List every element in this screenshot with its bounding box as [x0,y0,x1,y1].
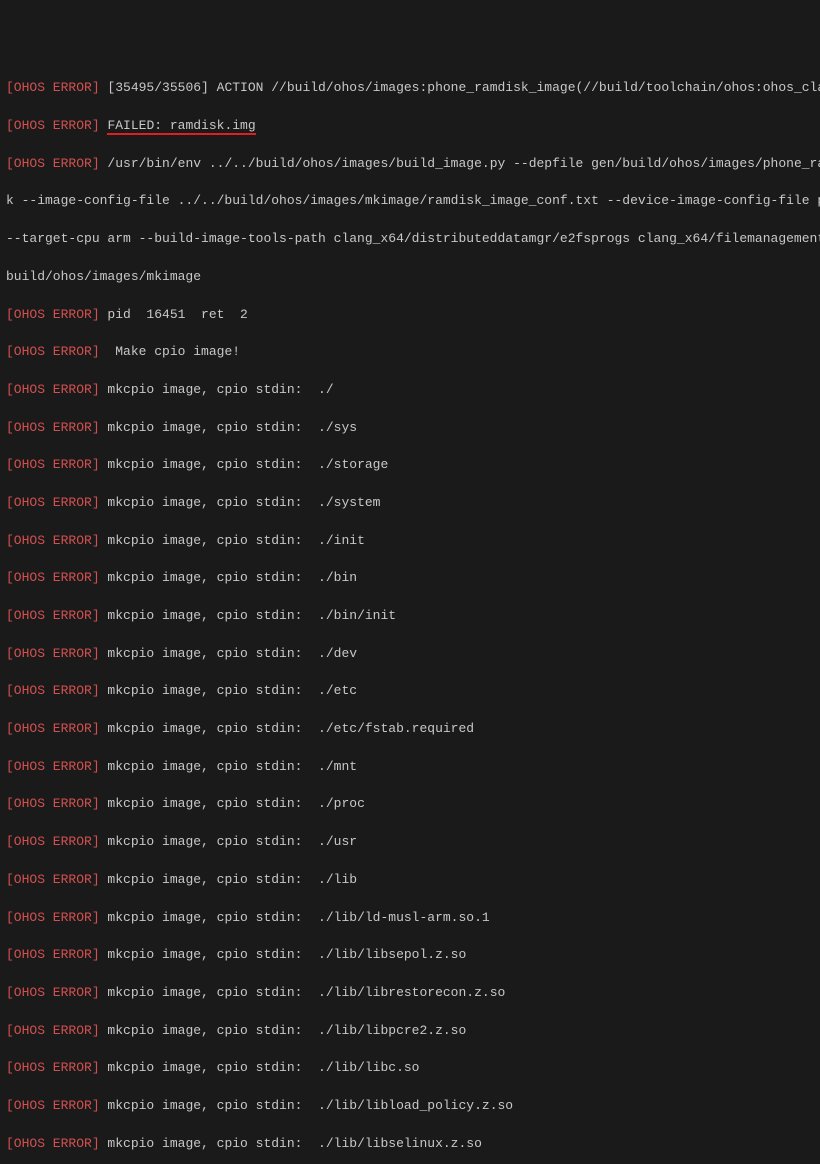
log-text: mkcpio image, cpio stdin: ./etc [100,683,357,698]
log-text: mkcpio image, cpio stdin: ./lib/libpcre2… [100,1023,467,1038]
log-line: [OHOS ERROR] mkcpio image, cpio stdin: .… [6,494,814,513]
tag-error: [OHOS ERROR] [6,759,100,774]
log-line: [OHOS ERROR] mkcpio image, cpio stdin: .… [6,984,814,1003]
log-text: [35495/35506] ACTION //build/ohos/images… [100,80,820,95]
log-text: mkcpio image, cpio stdin: ./mnt [100,759,357,774]
tag-error: [OHOS ERROR] [6,495,100,510]
tag-error: [OHOS ERROR] [6,872,100,887]
tag-error: [OHOS ERROR] [6,608,100,623]
log-text: k --image-config-file ../../build/ohos/i… [6,193,820,208]
log-line: [OHOS ERROR] mkcpio image, cpio stdin: .… [6,532,814,551]
tag-error: [OHOS ERROR] [6,420,100,435]
log-line: [OHOS ERROR] mkcpio image, cpio stdin: .… [6,946,814,965]
log-line: k --image-config-file ../../build/ohos/i… [6,192,814,211]
log-text: mkcpio image, cpio stdin: ./sys [100,420,357,435]
log-line: [OHOS ERROR] mkcpio image, cpio stdin: .… [6,456,814,475]
tag-error: [OHOS ERROR] [6,156,100,171]
tag-error: [OHOS ERROR] [6,646,100,661]
log-text: mkcpio image, cpio stdin: ./lib/libload_… [100,1098,513,1113]
log-text: mkcpio image, cpio stdin: ./lib/libc.so [100,1060,420,1075]
log-line: [OHOS ERROR] mkcpio image, cpio stdin: .… [6,871,814,890]
tag-error: [OHOS ERROR] [6,307,100,322]
tag-error: [OHOS ERROR] [6,1023,100,1038]
log-text: mkcpio image, cpio stdin: ./etc/fstab.re… [100,721,474,736]
log-line: [OHOS ERROR] mkcpio image, cpio stdin: .… [6,909,814,928]
log-text: mkcpio image, cpio stdin: ./ [100,382,334,397]
tag-error: [OHOS ERROR] [6,796,100,811]
log-text: mkcpio image, cpio stdin: ./system [100,495,381,510]
log-text: mkcpio image, cpio stdin: ./proc [100,796,365,811]
log-line: [OHOS ERROR] mkcpio image, cpio stdin: .… [6,795,814,814]
log-line: [OHOS ERROR] mkcpio image, cpio stdin: .… [6,720,814,739]
log-text: mkcpio image, cpio stdin: ./bin/init [100,608,396,623]
tag-error: [OHOS ERROR] [6,721,100,736]
log-line: [OHOS ERROR] mkcpio image, cpio stdin: .… [6,758,814,777]
log-line: [OHOS ERROR] FAILED: ramdisk.img [6,117,814,136]
log-line: [OHOS ERROR] [35495/35506] ACTION //buil… [6,79,814,98]
tag-error: [OHOS ERROR] [6,1136,100,1151]
log-text: build/ohos/images/mkimage [6,269,201,284]
tag-error: [OHOS ERROR] [6,80,100,95]
log-line: [OHOS ERROR] mkcpio image, cpio stdin: .… [6,381,814,400]
log-line: [OHOS ERROR] mkcpio image, cpio stdin: .… [6,645,814,664]
log-text: --target-cpu arm --build-image-tools-pat… [6,231,820,246]
log-text: mkcpio image, cpio stdin: ./storage [100,457,389,472]
log-line: [OHOS ERROR] mkcpio image, cpio stdin: .… [6,1135,814,1154]
tag-error: [OHOS ERROR] [6,947,100,962]
tag-error: [OHOS ERROR] [6,1098,100,1113]
log-line: build/ohos/images/mkimage [6,268,814,287]
log-text: mkcpio image, cpio stdin: ./lib/ld-musl-… [100,910,490,925]
log-line: [OHOS ERROR] Make cpio image! [6,343,814,362]
log-line: [OHOS ERROR] mkcpio image, cpio stdin: .… [6,682,814,701]
log-text: pid 16451 ret 2 [100,307,248,322]
tag-error: [OHOS ERROR] [6,1060,100,1075]
log-text: Make cpio image! [100,344,240,359]
log-line: [OHOS ERROR] pid 16451 ret 2 [6,306,814,325]
tag-error: [OHOS ERROR] [6,382,100,397]
log-line: [OHOS ERROR] mkcpio image, cpio stdin: .… [6,1097,814,1116]
tag-error: [OHOS ERROR] [6,834,100,849]
failed-marker: FAILED: ramdisk.img [107,118,255,135]
log-text: mkcpio image, cpio stdin: ./lib/libsepol… [100,947,467,962]
log-line: --target-cpu arm --build-image-tools-pat… [6,230,814,249]
log-text: mkcpio image, cpio stdin: ./dev [100,646,357,661]
log-text: mkcpio image, cpio stdin: ./lib/libselin… [100,1136,482,1151]
log-text: mkcpio image, cpio stdin: ./lib [100,872,357,887]
tag-error: [OHOS ERROR] [6,118,100,133]
log-line: [OHOS ERROR] mkcpio image, cpio stdin: .… [6,419,814,438]
log-line: [OHOS ERROR] mkcpio image, cpio stdin: .… [6,1022,814,1041]
log-line: [OHOS ERROR] /usr/bin/env ../../build/oh… [6,155,814,174]
log-text: mkcpio image, cpio stdin: ./lib/libresto… [100,985,506,1000]
log-line: [OHOS ERROR] mkcpio image, cpio stdin: .… [6,1059,814,1078]
log-line: [OHOS ERROR] mkcpio image, cpio stdin: .… [6,569,814,588]
tag-error: [OHOS ERROR] [6,457,100,472]
tag-error: [OHOS ERROR] [6,985,100,1000]
log-text: mkcpio image, cpio stdin: ./usr [100,834,357,849]
tag-error: [OHOS ERROR] [6,683,100,698]
log-text: /usr/bin/env ../../build/ohos/images/bui… [100,156,820,171]
tag-error: [OHOS ERROR] [6,344,100,359]
log-line: [OHOS ERROR] mkcpio image, cpio stdin: .… [6,833,814,852]
log-text: mkcpio image, cpio stdin: ./bin [100,570,357,585]
tag-error: [OHOS ERROR] [6,533,100,548]
tag-error: [OHOS ERROR] [6,910,100,925]
log-line: [OHOS ERROR] mkcpio image, cpio stdin: .… [6,607,814,626]
log-text: mkcpio image, cpio stdin: ./init [100,533,365,548]
tag-error: [OHOS ERROR] [6,570,100,585]
